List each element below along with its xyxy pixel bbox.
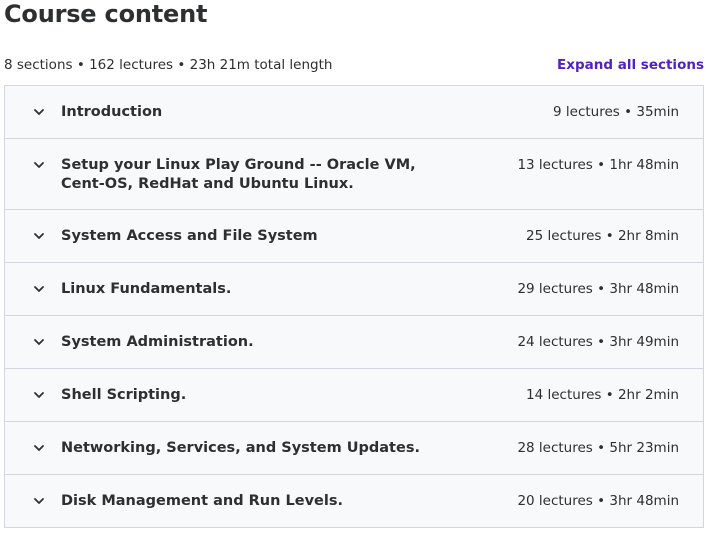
chevron-down-icon [31, 492, 47, 510]
section-title: Networking, Services, and System Updates… [61, 440, 420, 456]
section-meta: 20 lectures • 3hr 48min [517, 493, 679, 509]
section-introduction[interactable]: Introduction 9 lectures • 35min [5, 86, 703, 139]
chevron-down-icon [31, 333, 47, 351]
section-title: System Access and File System [61, 228, 318, 244]
chevron-down-icon [31, 439, 47, 457]
section-linux-fundamentals[interactable]: Linux Fundamentals. 29 lectures • 3hr 48… [5, 263, 703, 316]
section-title: System Administration. [61, 334, 254, 350]
section-meta: 25 lectures • 2hr 8min [526, 228, 679, 244]
section-title: Setup your Linux Play Ground -- Oracle V… [61, 157, 416, 192]
section-title: Linux Fundamentals. [61, 281, 232, 297]
sections-accordion: Introduction 9 lectures • 35min Setup yo… [4, 85, 704, 528]
section-setup-linux-playground[interactable]: Setup your Linux Play Ground -- Oracle V… [5, 139, 703, 210]
section-networking[interactable]: Networking, Services, and System Updates… [5, 422, 703, 475]
section-meta: 24 lectures • 3hr 49min [517, 334, 679, 350]
page-title: Course content [4, 0, 208, 28]
section-title: Introduction [61, 104, 163, 120]
section-system-administration[interactable]: System Administration. 24 lectures • 3hr… [5, 316, 703, 369]
chevron-down-icon [31, 386, 47, 404]
section-title: Shell Scripting. [61, 387, 187, 403]
section-meta: 13 lectures • 1hr 48min [517, 157, 679, 173]
section-meta: 9 lectures • 35min [553, 104, 679, 120]
section-meta: 14 lectures • 2hr 2min [526, 387, 679, 403]
section-system-access[interactable]: System Access and File System 25 lecture… [5, 210, 703, 263]
course-summary: 8 sections • 162 lectures • 23h 21m tota… [4, 57, 333, 73]
course-summary-row: 8 sections • 162 lectures • 23h 21m tota… [4, 55, 704, 75]
chevron-down-icon [31, 280, 47, 298]
section-shell-scripting[interactable]: Shell Scripting. 14 lectures • 2hr 2min [5, 369, 703, 422]
chevron-down-icon [31, 156, 47, 174]
chevron-down-icon [31, 227, 47, 245]
section-meta: 28 lectures • 5hr 23min [517, 440, 679, 456]
section-meta: 29 lectures • 3hr 48min [517, 281, 679, 297]
chevron-down-icon [31, 103, 47, 121]
section-disk-management[interactable]: Disk Management and Run Levels. 20 lectu… [5, 475, 703, 527]
section-title: Disk Management and Run Levels. [61, 493, 343, 509]
expand-all-sections-button[interactable]: Expand all sections [557, 57, 704, 73]
